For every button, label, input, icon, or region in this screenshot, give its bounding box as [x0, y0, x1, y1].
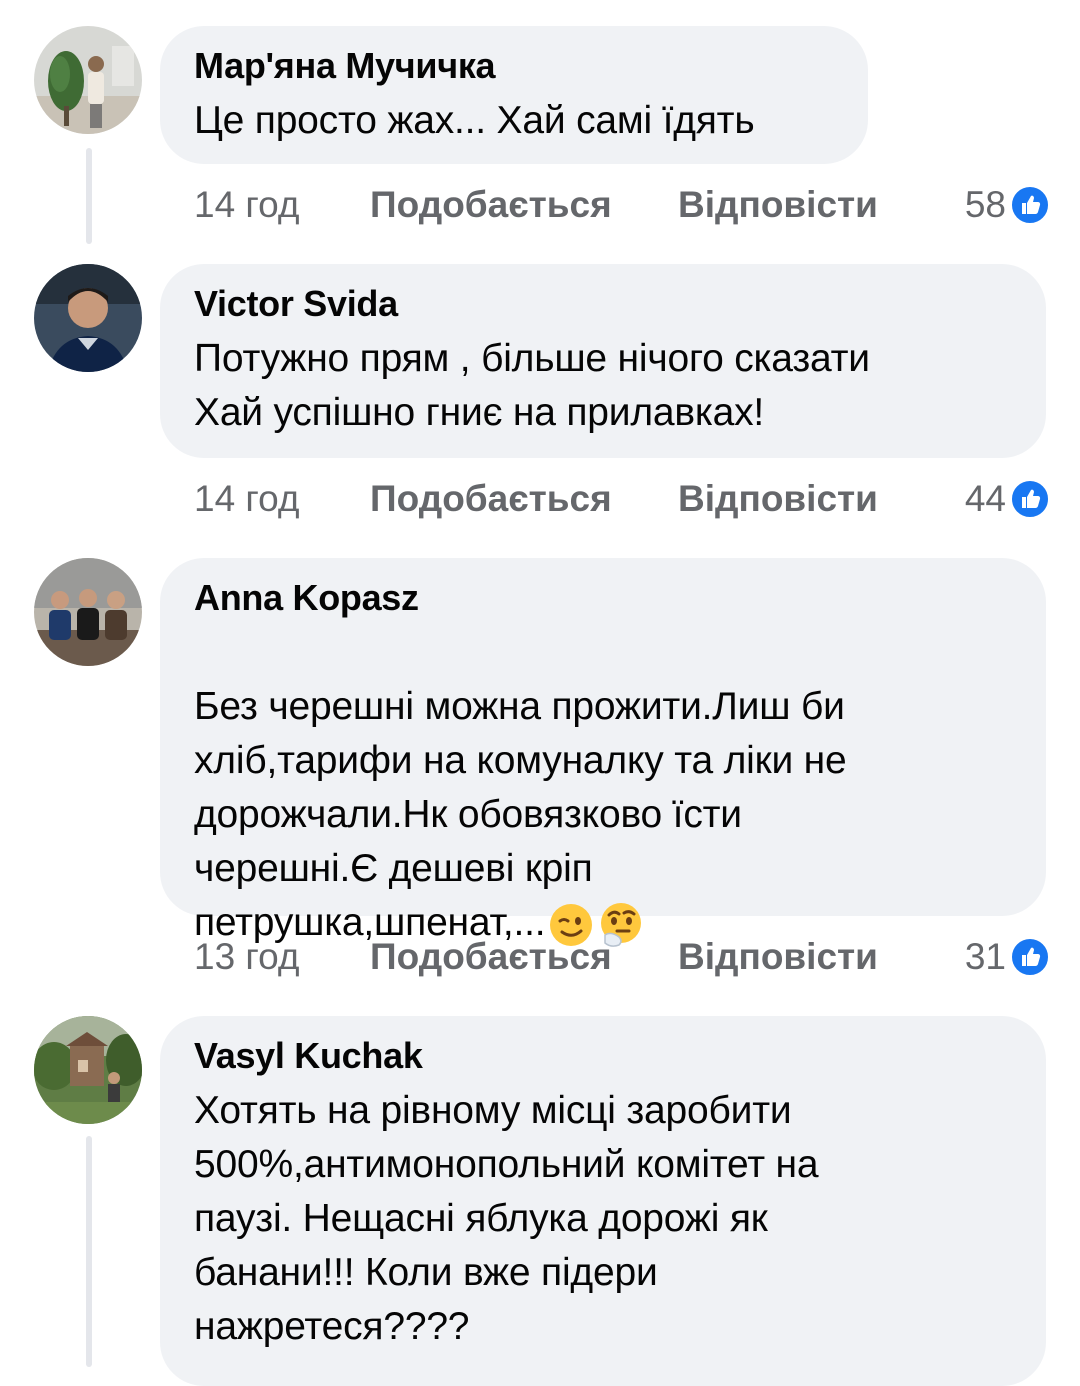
- thread-line: [86, 1136, 92, 1367]
- author-name[interactable]: Vasyl Kuchak: [194, 1034, 1012, 1078]
- author-name[interactable]: Мар'яна Мучичка: [194, 44, 834, 88]
- comment-text: Це просто жах... Хай самі їдять: [194, 99, 755, 142]
- avatar[interactable]: [34, 26, 142, 134]
- reply-button[interactable]: Відповісти: [678, 184, 878, 226]
- avatar[interactable]: [34, 558, 142, 666]
- reply-button[interactable]: Відповісти: [678, 478, 878, 520]
- comment-actions: 13 год Подобається Відповісти 31: [194, 932, 1050, 982]
- reaction-count[interactable]: 31: [965, 936, 1050, 978]
- avatar[interactable]: [34, 264, 142, 372]
- like-button[interactable]: Подобається: [370, 936, 678, 978]
- comment-bubble: Мар'яна Мучичка Це просто жах... Хай сам…: [160, 26, 868, 164]
- reply-button[interactable]: Відповісти: [678, 936, 878, 978]
- comment-text-body: Без черешні можна прожити.Лиш би хліб,та…: [194, 685, 847, 944]
- like-thumb-icon: [1010, 937, 1050, 977]
- like-button[interactable]: Подобається: [370, 478, 678, 520]
- like-thumb-icon: [1010, 479, 1050, 519]
- reaction-count-number: 44: [964, 478, 1006, 519]
- timestamp[interactable]: 14 год: [194, 478, 370, 520]
- thread-line: [86, 148, 92, 244]
- comment-text: Без черешні можна прожити.Лиш би хліб,та…: [194, 626, 1012, 950]
- avatar[interactable]: [34, 1016, 142, 1124]
- reaction-count-number: 58: [964, 184, 1006, 225]
- reaction-count[interactable]: 44: [965, 478, 1050, 520]
- author-name[interactable]: Victor Svida: [194, 282, 1012, 326]
- comment-text: Потужно прям , більше нічого сказати Хай…: [194, 337, 870, 434]
- author-name[interactable]: Anna Kopasz: [194, 576, 1012, 620]
- like-button[interactable]: Подобається: [370, 184, 678, 226]
- comment-bubble: Victor Svida Потужно прям , більше нічог…: [160, 264, 1046, 458]
- reaction-count[interactable]: 58: [965, 184, 1050, 226]
- comment-bubble: Anna Kopasz Без черешні можна прожити.Ли…: [160, 558, 1046, 947]
- comment-actions: 14 год Подобається Відповісти 44: [194, 474, 1050, 524]
- comment-text: Хотять на рівному місці заробити 500%,ан…: [194, 1089, 819, 1348]
- reaction-count-number: 31: [964, 936, 1006, 977]
- comment-actions: 14 год Подобається Відповісти 58: [194, 180, 1050, 230]
- like-thumb-icon: [1010, 185, 1050, 225]
- timestamp[interactable]: 13 год: [194, 936, 370, 978]
- comment-bubble: Vasyl Kuchak Хотять на рівному місці зар…: [160, 1016, 1046, 1386]
- timestamp[interactable]: 14 год: [194, 184, 370, 226]
